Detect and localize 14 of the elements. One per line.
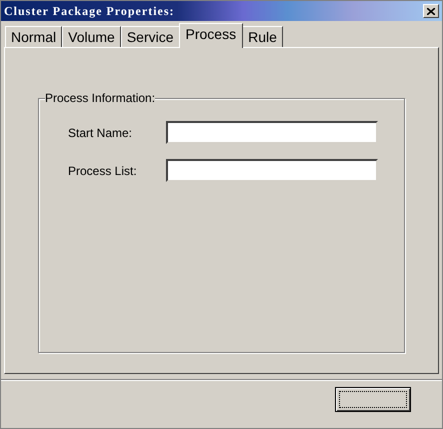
dialog-button[interactable]: [335, 387, 411, 412]
input-field[interactable]: [166, 159, 378, 182]
tab[interactable]: Process: [178, 23, 244, 48]
close-icon: [427, 8, 435, 14]
window-title: Cluster Package Properties:: [4, 3, 175, 20]
tab[interactable]: Service: [120, 26, 180, 47]
close-button[interactable]: [423, 4, 439, 18]
field-label: Process List:: [68, 162, 138, 180]
tab[interactable]: Volume: [62, 26, 121, 47]
tab[interactable]: Rule: [242, 26, 283, 47]
group-title: Process Information:: [45, 91, 156, 105]
field-label: Start Name:: [68, 124, 134, 142]
tab[interactable]: Normal: [5, 26, 62, 47]
input-field[interactable]: [166, 121, 378, 144]
